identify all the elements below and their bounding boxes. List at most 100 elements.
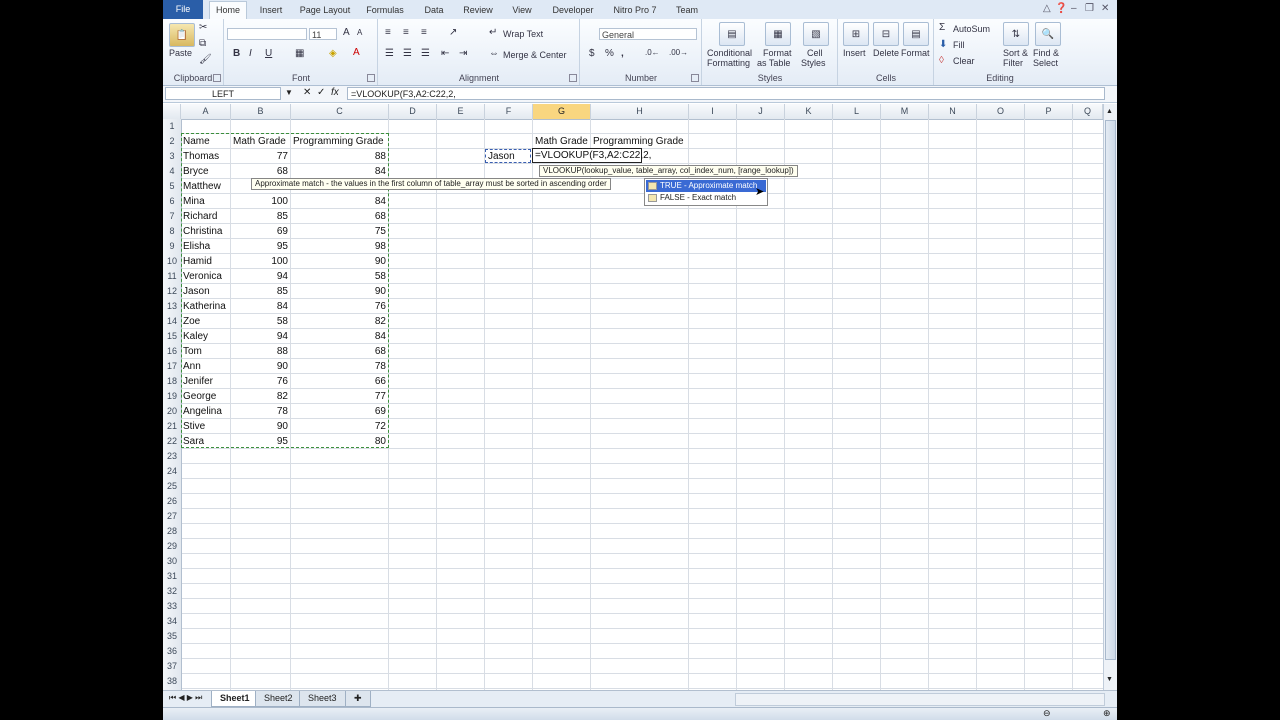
math-grade-cell[interactable]: 76 [231,374,288,389]
row-header[interactable]: 20 [163,404,181,419]
zoom-out-icon[interactable]: ⊖ [1043,708,1051,719]
new-sheet-icon[interactable]: ✚ [345,691,371,707]
increase-indent-icon[interactable]: ⇥ [459,48,467,59]
tab-developer[interactable]: Developer [545,2,601,18]
font-size-combo[interactable]: 11 [309,28,337,40]
row-header[interactable]: 33 [163,599,181,614]
cell-f3[interactable]: Jason [485,149,531,163]
math-grade-cell[interactable]: 82 [231,389,288,404]
number-launcher-icon[interactable] [691,74,699,82]
prog-grade-cell[interactable]: 69 [291,404,386,419]
autosum-icon[interactable]: Σ [939,22,945,33]
font-name-combo[interactable] [227,28,307,40]
align-right-icon[interactable]: ☰ [421,48,430,59]
sheet-tab-3[interactable]: Sheet3 [299,691,346,707]
clear-icon[interactable]: ◊ [939,55,944,66]
prog-grade-cell[interactable]: 84 [291,194,386,209]
format-as-table-icon[interactable]: ▦ [765,22,791,46]
name-box-dropdown-icon[interactable]: ▼ [285,88,293,97]
bold-button[interactable]: B [233,48,240,59]
name-cell[interactable]: Matthew [183,179,221,194]
delete-cells-icon[interactable]: ⊟ [873,22,899,46]
col-header-o[interactable]: O [977,104,1025,119]
prog-grade-cell[interactable]: 68 [291,209,386,224]
font-launcher-icon[interactable] [367,74,375,82]
math-grade-cell[interactable]: 68 [231,164,288,179]
name-cell[interactable]: George [183,389,216,404]
prog-grade-cell[interactable]: 66 [291,374,386,389]
conditional-formatting-button[interactable]: Conditional [707,48,752,58]
find-select-button[interactable]: Find & [1033,48,1059,58]
prog-grade-cell[interactable]: 88 [291,149,386,164]
prog-grade-cell[interactable]: 90 [291,254,386,269]
tab-view[interactable]: View [505,2,539,18]
prog-grade-cell[interactable]: 80 [291,434,386,449]
cut-icon[interactable]: ✂ [199,22,207,33]
format-painter-icon[interactable]: 🖌 [199,54,212,65]
tab-page-layout[interactable]: Page Layout [295,2,355,18]
row-header[interactable]: 26 [163,494,181,509]
math-grade-cell[interactable]: 58 [231,314,288,329]
paste-icon[interactable]: 📋 [169,23,195,47]
math-grade-cell[interactable]: 77 [231,149,288,164]
row-header[interactable]: 5 [163,179,181,194]
col-header-g[interactable]: G [533,104,591,119]
fill-button[interactable]: Fill [953,40,965,50]
prog-grade-cell[interactable]: 84 [291,164,386,179]
math-grade-cell[interactable]: 95 [231,239,288,254]
col-header-a[interactable]: A [181,104,231,119]
name-cell[interactable]: Elisha [183,239,210,254]
row-header[interactable]: 28 [163,524,181,539]
fill-color-icon[interactable]: ◈ [329,48,337,59]
col-header-l[interactable]: L [833,104,881,119]
row-header[interactable]: 19 [163,389,181,404]
decrease-indent-icon[interactable]: ⇤ [441,48,449,59]
col-header-d[interactable]: D [389,104,437,119]
comma-button[interactable]: , [621,48,624,59]
name-cell[interactable]: Hamid [183,254,212,269]
name-cell[interactable]: Bryce [183,164,209,179]
math-grade-cell[interactable]: 85 [231,284,288,299]
row-header[interactable]: 16 [163,344,181,359]
math-grade-cell[interactable]: 100 [231,254,288,269]
merge-center-button[interactable]: Merge & Center [503,50,567,60]
row-header[interactable]: 25 [163,479,181,494]
math-grade-cell[interactable]: 94 [231,329,288,344]
sort-filter-button[interactable]: Sort & [1003,48,1028,58]
percent-button[interactable]: % [605,48,614,59]
paste-button[interactable]: Paste [169,48,192,58]
format-cells-icon[interactable]: ▤ [903,22,929,46]
row-header[interactable]: 8 [163,224,181,239]
name-cell[interactable]: Thomas [183,149,219,164]
decrease-decimal-icon[interactable]: .00→ [669,48,688,57]
cell-g3-editing[interactable]: =VLOOKUP(F3,A2:C22,2, [532,148,651,163]
tab-file[interactable]: File [163,0,203,19]
row-header[interactable]: 27 [163,509,181,524]
help-icon[interactable]: ❓ [1055,3,1067,14]
sort-filter-icon[interactable]: ⇅ [1003,22,1029,46]
italic-button[interactable]: I [249,48,252,59]
row-header[interactable]: 34 [163,614,181,629]
tab-data[interactable]: Data [417,2,451,18]
row-header[interactable]: 10 [163,254,181,269]
row-header[interactable]: 7 [163,209,181,224]
merge-center-icon[interactable]: ⇔ [489,48,499,59]
col-header-i[interactable]: I [689,104,737,119]
cell-g2[interactable]: Math Grade [535,134,588,149]
math-grade-cell[interactable]: 90 [231,419,288,434]
row-header[interactable]: 32 [163,584,181,599]
col-header-q[interactable]: Q [1073,104,1103,119]
scroll-down-icon[interactable]: ▼ [1106,676,1113,683]
cancel-formula-icon[interactable]: ✕ [303,87,311,98]
clipboard-launcher-icon[interactable] [213,74,221,82]
math-grade-cell[interactable]: 85 [231,209,288,224]
tab-review[interactable]: Review [457,2,499,18]
row-header[interactable]: 37 [163,659,181,674]
math-grade-cell[interactable]: 84 [231,299,288,314]
zoom-in-icon[interactable]: ⊕ [1103,708,1111,719]
align-left-icon[interactable]: ☰ [385,48,394,59]
row-header[interactable]: 18 [163,374,181,389]
option-true[interactable]: TRUE - Approximate match [646,180,766,192]
row-header[interactable]: 22 [163,434,181,449]
math-grade-cell[interactable]: 95 [231,434,288,449]
